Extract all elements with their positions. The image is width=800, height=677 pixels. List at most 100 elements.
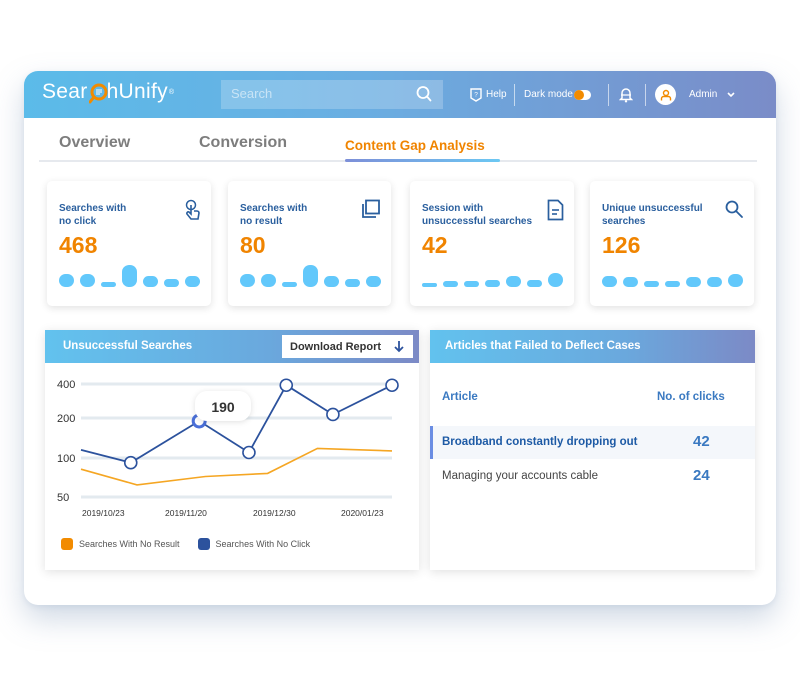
tab-content-gap-analysis[interactable]: Content Gap Analysis — [345, 138, 485, 153]
sparkline-bar — [527, 280, 542, 287]
legend-swatch-no-result — [61, 538, 73, 550]
logo-magnifier-icon — [88, 83, 108, 104]
search-placeholder: Search — [231, 86, 273, 101]
sparkline-bar — [143, 276, 158, 287]
svg-text:?: ? — [474, 91, 478, 98]
sparkline-bar — [707, 277, 722, 287]
user-menu[interactable]: Admin — [689, 71, 736, 118]
y-tick-label: 200 — [57, 413, 75, 425]
card-title: Searches with no result — [240, 203, 308, 227]
copy-icon — [362, 199, 380, 218]
app-window: Sear hUnify ® Search ? Help Dark mode Ad… — [24, 71, 776, 605]
article-title[interactable]: Managing your accounts cable — [442, 470, 598, 482]
y-tick-label: 100 — [57, 453, 75, 465]
x-tick-label: 2020/01/23 — [341, 508, 384, 518]
legend-label-no-result: Searches With No Result — [79, 539, 180, 549]
column-header-article[interactable]: Article — [442, 391, 478, 403]
sparkline-bar — [185, 276, 200, 287]
divider — [514, 84, 515, 106]
sparkline-bar — [303, 265, 318, 287]
help-link[interactable]: ? Help — [470, 71, 507, 118]
dark-mode-switch[interactable] — [573, 89, 591, 100]
sparkline-bar — [464, 281, 479, 287]
sparkline-bar — [548, 273, 563, 287]
dark-mode-toggle[interactable]: Dark mode — [524, 71, 591, 118]
chart-tooltip: 190 — [195, 391, 251, 421]
card-value: 80 — [240, 232, 266, 258]
legend-swatch-no-click — [197, 538, 210, 550]
data-point — [385, 378, 399, 393]
panel-header: Articles that Failed to Deflect Cases — [430, 330, 755, 363]
registered-mark: ® — [168, 88, 175, 96]
legend-label-no-click: Searches With No Click — [215, 539, 311, 549]
user-name: Admin — [689, 89, 718, 100]
search-icon[interactable] — [415, 85, 433, 103]
tooltip-value: 190 — [211, 399, 235, 415]
data-point — [123, 455, 138, 470]
table-row[interactable]: Managing your accounts cable 24 — [430, 460, 755, 493]
avatar[interactable] — [655, 84, 676, 105]
notifications-button[interactable] — [619, 71, 633, 118]
sparkline — [59, 263, 200, 287]
sparkline-bar — [122, 265, 137, 287]
sparkline-bar — [485, 280, 500, 287]
sparkline-bar — [686, 277, 701, 287]
sparkline-bar — [59, 274, 74, 287]
divider — [645, 84, 646, 106]
sparkline-bar — [728, 274, 743, 287]
card-value: 468 — [59, 232, 98, 258]
tab-conversion[interactable]: Conversion — [199, 134, 287, 152]
logo[interactable]: Sear hUnify ® — [42, 80, 174, 104]
bell-icon — [619, 87, 633, 102]
x-tick-label: 2019/12/30 — [253, 508, 296, 518]
divider — [608, 84, 609, 106]
sparkline-bar — [602, 276, 617, 287]
sparkline-bar — [644, 281, 659, 287]
sparkline-bar — [366, 276, 381, 287]
arrow-down-icon — [394, 341, 404, 353]
top-bar: Sear hUnify ® Search ? Help Dark mode Ad… — [24, 71, 776, 118]
logo-text-start: Sear — [42, 80, 88, 103]
data-point — [326, 407, 340, 422]
help-icon: ? — [470, 87, 482, 102]
tab-overview[interactable]: Overview — [59, 134, 130, 152]
y-tick-label: 400 — [57, 379, 75, 391]
user-icon — [660, 89, 671, 100]
sparkline — [240, 263, 381, 287]
sparkline-bar — [665, 281, 680, 287]
column-header-clicks[interactable]: No. of clicks — [657, 391, 725, 403]
logo-text-end: hUnify — [106, 80, 168, 103]
active-tab-indicator — [345, 159, 500, 162]
download-report-button[interactable]: Download Report — [282, 335, 413, 358]
card-value: 42 — [422, 232, 448, 258]
sparkline-bar — [506, 276, 521, 287]
pointer-hand-icon — [185, 199, 200, 220]
chevron-down-icon — [727, 91, 735, 97]
tab-bar: Overview Conversion Content Gap Analysis — [39, 118, 757, 162]
click-count: 42 — [693, 433, 710, 450]
chart-legend: Searches With No Result Searches With No… — [61, 538, 310, 550]
search-icon — [725, 200, 743, 218]
search-input[interactable]: Search — [221, 80, 443, 109]
panel-title: Articles that Failed to Deflect Cases — [445, 340, 641, 352]
sparkline-bar — [101, 282, 116, 287]
y-tick-label: 50 — [57, 492, 69, 504]
x-tick-label: 2019/11/20 — [165, 508, 207, 518]
line-chart: 50 100 200 400 2019/10/23 2019/11/20 2019/12/3… — [57, 378, 399, 518]
stat-card-no-result[interactable]: Searches with no result 80 — [228, 181, 391, 306]
stat-card-sessions[interactable]: Session with unsuccessful searches 42 — [410, 181, 574, 306]
article-title[interactable]: Broadband constantly dropping out — [442, 436, 638, 448]
panel-title: Unsuccessful Searches — [63, 340, 193, 352]
dark-mode-label: Dark mode — [524, 89, 573, 100]
sparkline-bar — [164, 279, 179, 287]
stat-card-unique-unsuccessful[interactable]: Unique unsuccessful searches 126 — [590, 181, 754, 306]
sparkline-bar — [240, 274, 255, 287]
articles-panel: Articles that Failed to Deflect Cases Ar… — [430, 330, 755, 570]
card-title: Session with unsuccessful searches — [422, 203, 533, 227]
panel-header: Unsuccessful Searches Download Report — [45, 330, 419, 363]
stat-card-no-click[interactable]: Searches with no click 468 — [47, 181, 211, 306]
data-point — [279, 378, 294, 393]
table-row[interactable]: Broadband constantly dropping out 42 — [430, 426, 755, 459]
sparkline — [422, 263, 563, 287]
unsuccessful-searches-panel: Unsuccessful Searches Download Report 50… — [45, 330, 419, 570]
